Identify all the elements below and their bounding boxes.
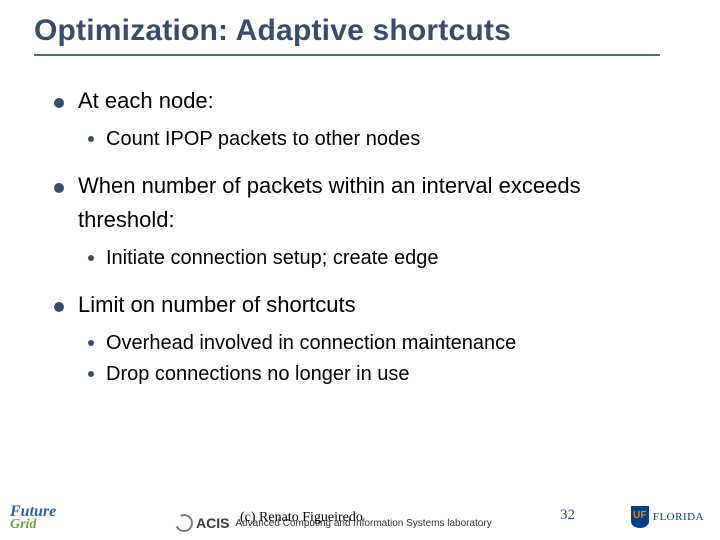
sub-bullet-text: Overhead involved in connection maintena…	[106, 328, 516, 359]
footer: Future Grid ACIS Advanced Computing and …	[0, 492, 720, 532]
content-area: At each node: Count IPOP packets to othe…	[0, 56, 720, 390]
sub-bullet: Count IPOP packets to other nodes	[88, 124, 680, 155]
sub-bullet: Drop connections no longer in use	[88, 359, 680, 390]
sub-bullet-icon	[88, 340, 94, 346]
slide-title: Optimization: Adaptive shortcuts	[0, 0, 720, 54]
copyright-text: (c) Renato Figueiredo	[240, 510, 363, 526]
acis-name: ACIS	[196, 515, 229, 531]
bullet-2: When number of packets within an interva…	[54, 169, 680, 237]
sub-bullet-icon	[88, 255, 94, 261]
swirl-icon	[172, 511, 195, 534]
bullet-icon	[54, 302, 64, 312]
bullet-3: Limit on number of shortcuts	[54, 288, 680, 322]
sub-bullet: Overhead involved in connection maintena…	[88, 328, 680, 359]
sub-bullet-icon	[88, 136, 94, 142]
bullet-text: At each node:	[78, 84, 214, 118]
sub-bullet-text: Initiate connection setup; create edge	[106, 243, 438, 274]
bullet-icon	[54, 183, 64, 193]
sub-bullet: Initiate connection setup; create edge	[88, 243, 680, 274]
uf-name: FLORIDA	[653, 511, 704, 523]
sub-list-1: Count IPOP packets to other nodes	[54, 124, 680, 155]
bullet-1: At each node:	[54, 84, 680, 118]
sub-bullet-icon	[88, 371, 94, 377]
sub-list-2: Initiate connection setup; create edge	[54, 243, 680, 274]
bullet-text: When number of packets within an interva…	[78, 169, 680, 237]
title-underline	[34, 54, 660, 56]
sub-list-3: Overhead involved in connection maintena…	[54, 328, 680, 390]
sub-bullet-text: Drop connections no longer in use	[106, 359, 410, 390]
futuregrid-logo-line2: Grid	[10, 519, 56, 530]
slide: Optimization: Adaptive shortcuts At each…	[0, 0, 720, 540]
bullet-icon	[54, 98, 64, 108]
uf-logo: UF FLORIDA	[631, 506, 704, 528]
acis-logo: ACIS	[175, 514, 229, 532]
slide-number: 32	[560, 507, 575, 524]
uf-shield-icon: UF	[631, 506, 649, 528]
sub-bullet-text: Count IPOP packets to other nodes	[106, 124, 420, 155]
futuregrid-logo: Future Grid	[10, 506, 56, 530]
bullet-text: Limit on number of shortcuts	[78, 288, 356, 322]
